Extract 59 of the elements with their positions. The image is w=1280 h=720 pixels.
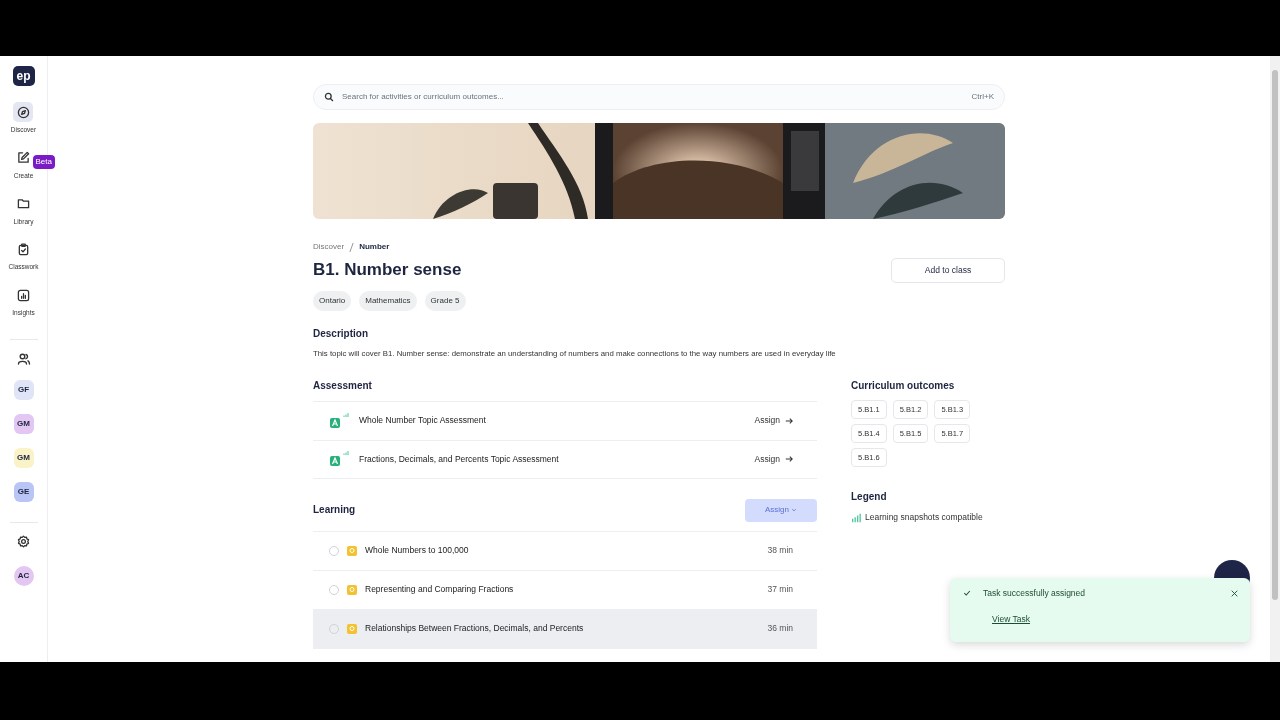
toast-message: Task successfully assigned xyxy=(983,587,1087,600)
tag: Ontario xyxy=(313,291,352,311)
assign-button[interactable]: Assign xyxy=(754,414,793,428)
logo[interactable]: ep xyxy=(12,66,35,86)
search-input[interactable]: Search for activities or curriculum outcomes... xyxy=(340,90,966,104)
section-heading: Description xyxy=(313,328,369,340)
activity-row[interactable]: Relationships Between Fractions, Decimals, and Percents 36 min xyxy=(313,608,817,648)
close-icon xyxy=(1231,589,1238,597)
section-heading: Legend xyxy=(851,491,888,504)
search-icon xyxy=(324,92,334,102)
section-heading: Curriculum outcomes xyxy=(851,379,956,392)
section-heading: Learning xyxy=(313,504,356,517)
assessment-icon xyxy=(329,411,351,430)
compass-icon xyxy=(17,105,30,119)
close-button[interactable] xyxy=(1231,589,1238,597)
breadcrumb-current: Number xyxy=(359,241,390,253)
activity-title: Whole Numbers to 100,000 xyxy=(365,544,470,558)
tag: Mathematics xyxy=(359,291,417,311)
shortcut-hint: Ctrl+K xyxy=(971,91,994,103)
class-avatar[interactable]: GM xyxy=(13,413,34,434)
search-bar[interactable]: Search for activities or curriculum outcomes... Ctrl+K xyxy=(313,84,1005,110)
section-heading: Assessment xyxy=(313,379,373,392)
duration: 37 min xyxy=(767,583,793,597)
user-avatar[interactable]: AC xyxy=(13,565,34,586)
activity-title: Whole Number Topic Assessment xyxy=(359,414,487,428)
lesson-icon xyxy=(347,545,357,556)
arrow-icon xyxy=(785,455,793,464)
legend-label: Learning snapshots compatible xyxy=(865,511,983,525)
assessment-icon xyxy=(329,450,351,469)
tag: Grade 5 xyxy=(424,291,466,311)
scrollbar-thumb[interactable] xyxy=(1272,70,1278,600)
chart-icon xyxy=(17,288,30,302)
check-icon xyxy=(963,589,971,598)
class-avatar[interactable]: GM xyxy=(13,447,34,468)
duration: 38 min xyxy=(767,544,793,558)
caret-icon xyxy=(791,507,798,514)
view-task-link[interactable]: View Task xyxy=(992,612,1030,626)
class-avatar[interactable]: GE xyxy=(13,481,34,502)
activity-row[interactable]: Whole Numbers to 100,000 38 min xyxy=(313,530,817,570)
clipboard-icon xyxy=(17,242,30,256)
lesson-icon xyxy=(347,623,357,634)
page-title: B1. Number sense xyxy=(313,260,462,281)
bar-chart-icon xyxy=(851,512,861,523)
lesson-icon xyxy=(347,584,357,595)
people-icon xyxy=(16,351,31,366)
activity-title: Fractions, Decimals, and Percents Topic Assessment xyxy=(359,452,560,466)
settings-icon xyxy=(17,534,30,548)
assign-button[interactable]: Assign xyxy=(754,452,793,466)
beta-badge: Beta xyxy=(32,154,55,169)
folder-icon xyxy=(17,197,30,210)
duration: 36 min xyxy=(767,622,793,636)
class-avatar[interactable]: GF xyxy=(13,379,34,400)
arrow-icon xyxy=(785,416,793,425)
activity-title: Representing and Comparing Fractions xyxy=(365,583,515,597)
pencil-icon xyxy=(17,151,30,165)
breadcrumb-link[interactable]: Discover xyxy=(313,241,345,253)
add-to-class-button[interactable]: Add to class xyxy=(891,258,1005,283)
activity-row[interactable]: Representing and Comparing Fractions 37 min xyxy=(313,569,817,609)
activity-title: Relationships Between Fractions, Decimals, and Percents xyxy=(365,622,585,636)
